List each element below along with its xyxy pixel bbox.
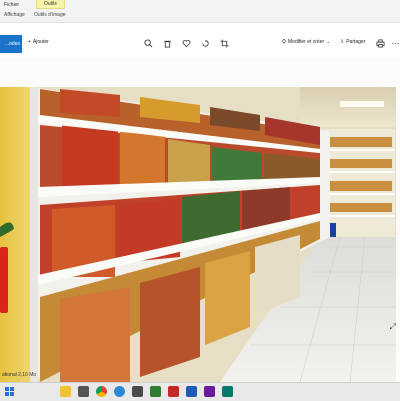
app-icon[interactable] (78, 386, 89, 397)
share-icon: ⇪ (340, 39, 345, 45)
ribbon: Fichier Outils Affichage Outils d'image (0, 0, 400, 23)
status-bar: ational 2,16 Mo (2, 372, 37, 378)
edit-create-icon: ⛭ (282, 39, 287, 45)
heart-icon[interactable] (182, 39, 191, 48)
plus-icon: + (28, 39, 31, 45)
file-explorer-icon[interactable] (60, 386, 71, 397)
tab-file[interactable]: Fichier (4, 2, 19, 8)
mail-icon[interactable] (168, 386, 179, 397)
print-icon[interactable] (376, 39, 385, 48)
edit-create-label: Modifier et créer (288, 39, 325, 45)
more-icon[interactable]: ⋯ (391, 39, 400, 48)
taskbar (0, 382, 400, 401)
word-icon[interactable] (186, 386, 197, 397)
ribbon-image-tools[interactable]: Outils d'image (34, 12, 66, 18)
ribbon-view[interactable]: Affichage (4, 12, 25, 18)
command-toolbar: ...odes + Ajouter ⛭ Modifier et créer ⌄ … (0, 31, 400, 57)
start-icon[interactable] (4, 386, 15, 397)
edit-create-button[interactable]: ⛭ Modifier et créer ⌄ (282, 39, 330, 45)
chevron-down-icon: ⌄ (326, 39, 331, 45)
tab-tools[interactable]: Outils (36, 0, 65, 9)
crop-icon[interactable] (220, 39, 229, 48)
store-icon[interactable] (150, 386, 161, 397)
share-label: Partager (346, 39, 366, 45)
zoom-in-icon[interactable] (144, 39, 153, 48)
app-icon[interactable] (222, 386, 233, 397)
store-shelf-photo[interactable] (0, 87, 396, 382)
chrome-icon[interactable] (96, 386, 107, 397)
edge-icon[interactable] (114, 386, 125, 397)
rotate-icon[interactable] (201, 39, 210, 48)
add-label: Ajouter (32, 39, 49, 45)
delete-icon[interactable] (163, 39, 172, 48)
share-button[interactable]: ⇪ Partager (340, 39, 365, 45)
photos-icon[interactable] (132, 386, 143, 397)
add-button[interactable]: + Ajouter (28, 39, 49, 45)
expand-icon[interactable]: ⤢ (390, 322, 396, 332)
image-viewer: ⤢ (0, 57, 400, 382)
app-icon[interactable] (204, 386, 215, 397)
edit-button[interactable]: ...odes (0, 35, 22, 53)
